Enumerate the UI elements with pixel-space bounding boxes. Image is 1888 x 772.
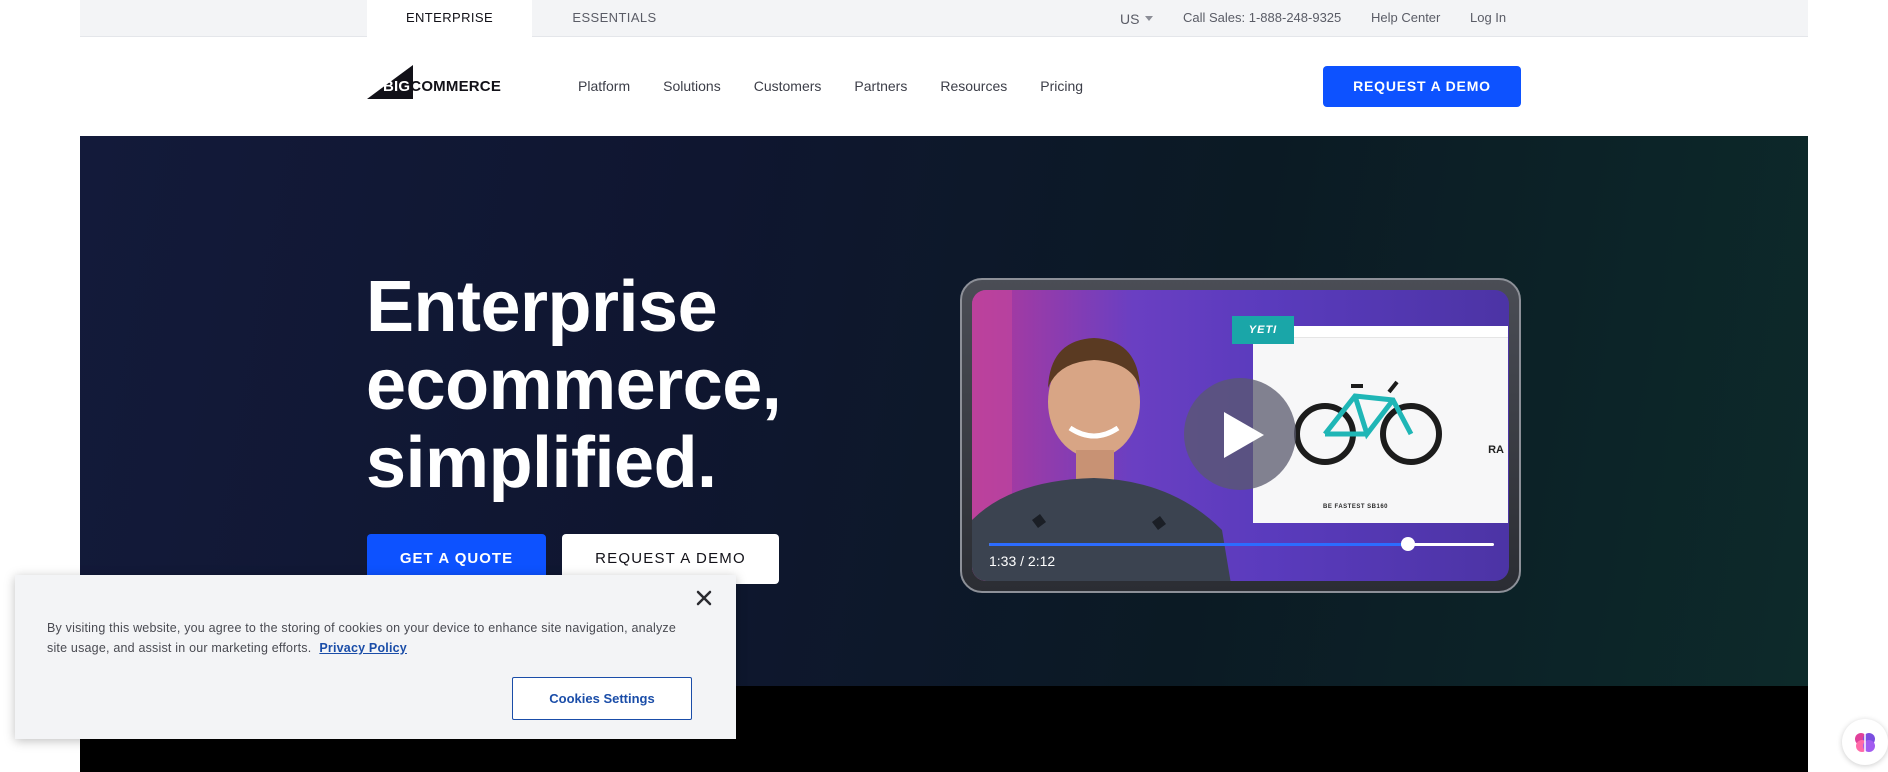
yeti-logo-badge: YETI <box>1232 316 1294 344</box>
nav-customers[interactable]: Customers <box>754 78 822 94</box>
bike-image <box>1294 380 1442 465</box>
tab-essentials[interactable]: ESSENTIALS <box>532 0 697 37</box>
play-icon <box>1224 412 1264 458</box>
store-caption: BE FASTEST SB160 <box>1323 504 1389 510</box>
main-nav: Platform Solutions Customers Partners Re… <box>578 78 1116 94</box>
request-demo-button-header[interactable]: REQUEST A DEMO <box>1323 66 1521 107</box>
login-link[interactable]: Log In <box>1470 0 1506 37</box>
region-label: US <box>1120 10 1140 27</box>
call-sales-link[interactable]: Call Sales: 1-888-248-9325 <box>1183 0 1341 37</box>
store-side-text: RA <box>1488 444 1504 456</box>
video-scrubber-handle[interactable] <box>1401 537 1416 551</box>
video-progress-bar[interactable] <box>989 537 1494 551</box>
page: ENTERPRISE ESSENTIALS US Call Sales: 1-8… <box>0 0 1888 772</box>
logo-wordmark: BIGCOMMERCE <box>383 78 502 95</box>
region-selector[interactable]: US <box>1120 0 1154 37</box>
play-button[interactable] <box>1184 378 1296 490</box>
nav-partners[interactable]: Partners <box>854 78 907 94</box>
hero-title: Enterprise ecommerce, simplified. <box>366 267 782 503</box>
nav-platform[interactable]: Platform <box>578 78 630 94</box>
nav-pricing[interactable]: Pricing <box>1040 78 1083 94</box>
nav-resources[interactable]: Resources <box>940 78 1007 94</box>
close-icon[interactable] <box>694 588 714 608</box>
cookies-settings-button[interactable]: Cookies Settings <box>512 677 692 720</box>
brain-icon <box>1855 733 1875 752</box>
video-player[interactable]: BE FASTEST SB160 RA YETI 1:33 / 2:12 <box>960 278 1521 593</box>
help-center-link[interactable]: Help Center <box>1371 0 1440 37</box>
video-screen[interactable]: BE FASTEST SB160 RA YETI 1:33 / 2:12 <box>972 290 1509 581</box>
nav-solutions[interactable]: Solutions <box>663 78 721 94</box>
privacy-policy-link[interactable]: Privacy Policy <box>319 641 407 655</box>
chevron-down-icon <box>1145 16 1154 21</box>
video-time: 1:33 / 2:12 <box>989 553 1056 569</box>
tab-enterprise[interactable]: ENTERPRISE <box>367 0 532 37</box>
bigcommerce-logo[interactable]: BIGCOMMERCE <box>367 65 517 99</box>
cookie-banner: By visiting this website, you agree to t… <box>15 575 736 739</box>
assistant-widget[interactable] <box>1842 719 1888 765</box>
utility-bar: ENTERPRISE ESSENTIALS US Call Sales: 1-8… <box>80 0 1808 37</box>
video-progress-fill <box>989 543 1409 546</box>
cookie-message: By visiting this website, you agree to t… <box>47 621 677 655</box>
